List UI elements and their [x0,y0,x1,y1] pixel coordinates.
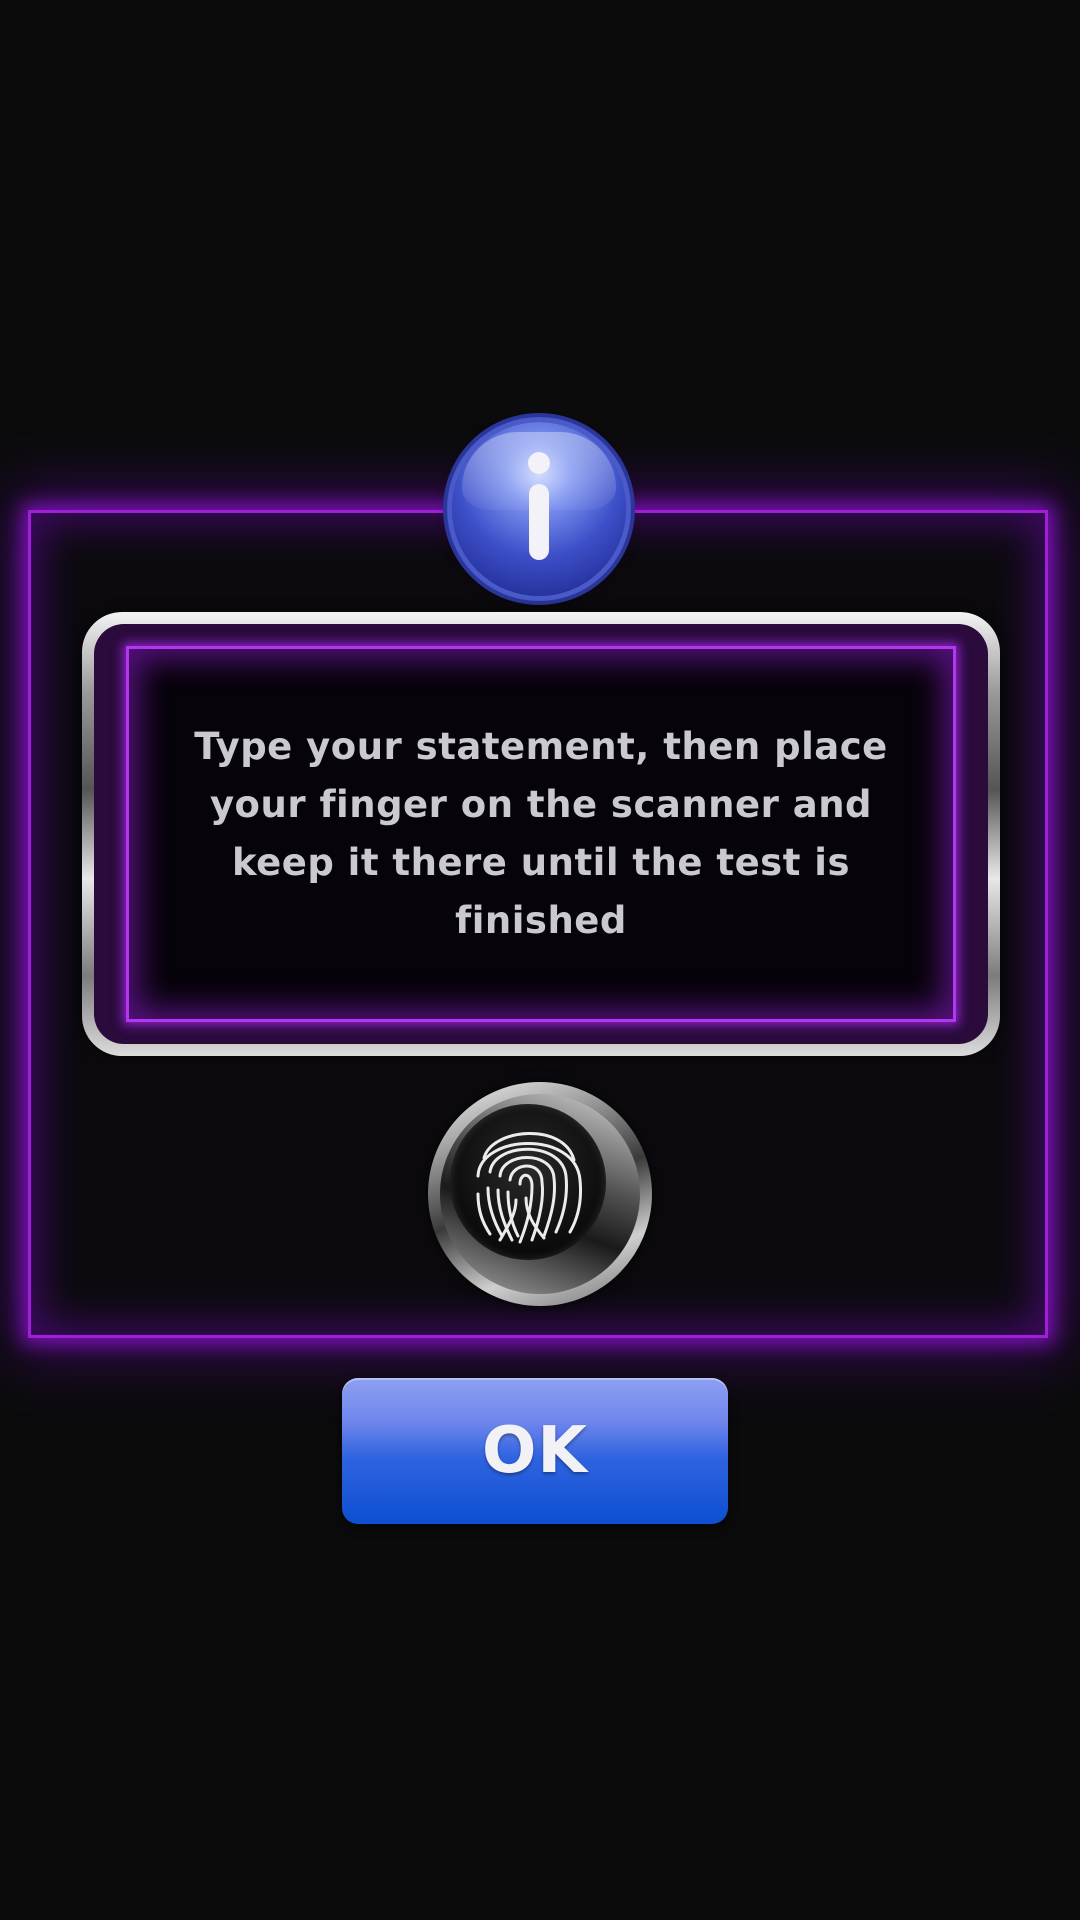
message-box-inner: Type your statement, then place your fin… [94,624,988,1044]
ok-button-label: OK [482,1414,588,1488]
instruction-message: Type your statement, then place your fin… [194,725,888,942]
ok-button[interactable]: OK [342,1378,728,1524]
screen: Type your statement, then place your fin… [0,0,1080,1920]
scanner-core [450,1104,606,1260]
message-panel: Type your statement, then place your fin… [126,646,956,1022]
info-stem [529,484,549,560]
message-box: Type your statement, then place your fin… [82,612,1000,1056]
fingerprint-icon [470,1114,586,1250]
info-icon [452,422,626,596]
fingerprint-scanner[interactable] [428,1082,652,1306]
info-dot [528,452,550,474]
